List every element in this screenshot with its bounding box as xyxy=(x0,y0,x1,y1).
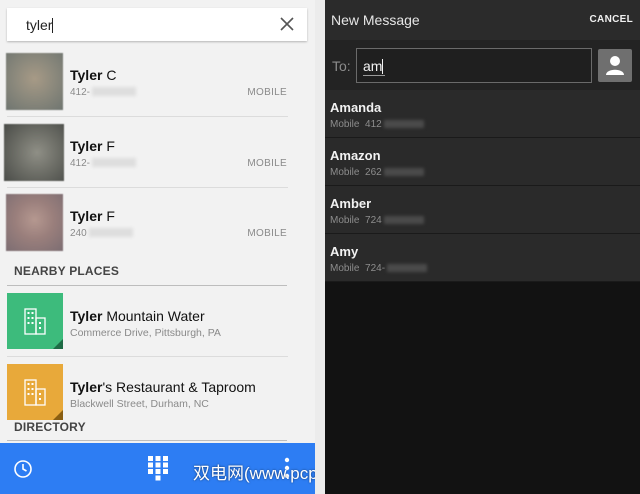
place-row[interactable]: Tyler Mountain Water Commerce Drive, Pit… xyxy=(0,287,288,357)
divider xyxy=(7,116,288,117)
recipient-input-value: am xyxy=(363,58,384,74)
suggestion-item[interactable]: Amazon Mobile 262 xyxy=(325,138,640,186)
suggestion-number: Mobile 262 xyxy=(330,167,424,178)
suggestion-name: Amy xyxy=(330,244,359,259)
suggestion-number: Mobile 412 xyxy=(330,119,424,130)
place-address: Blackwell Street, Durham, NC xyxy=(70,398,209,410)
cancel-button[interactable]: CANCEL xyxy=(590,14,633,25)
contact-number-type: MOBILE xyxy=(247,158,287,169)
suggestion-item[interactable]: Amanda Mobile 412 xyxy=(325,90,640,138)
directory-header: DIRECTORY xyxy=(14,420,86,434)
clock-icon[interactable] xyxy=(13,459,33,479)
section-divider xyxy=(7,285,287,286)
contact-name: Tyler F xyxy=(70,208,115,224)
suggestion-number: Mobile 724- xyxy=(330,263,428,274)
contact-name: Tyler F xyxy=(70,138,115,154)
suggestion-name: Amazon xyxy=(330,148,381,163)
page-title: New Message xyxy=(331,12,420,28)
contact-number: 412- xyxy=(70,158,137,169)
building-icon xyxy=(7,293,63,349)
place-name: Tyler Mountain Water xyxy=(70,308,205,324)
contact-suggestions: Amanda Mobile 412 Amazon Mobile 262 Ambe… xyxy=(325,90,640,282)
to-label: To: xyxy=(332,58,351,74)
building-icon xyxy=(7,364,63,420)
section-divider xyxy=(7,440,287,441)
contact-number-type: MOBILE xyxy=(247,87,287,98)
suggestion-name: Amanda xyxy=(330,100,382,115)
dialpad-icon[interactable] xyxy=(147,455,169,481)
contact-picker-button[interactable] xyxy=(598,49,632,82)
contact-number-type: MOBILE xyxy=(247,228,287,239)
recipient-input[interactable]: am xyxy=(356,48,592,83)
person-icon xyxy=(606,56,624,75)
contact-name: Tyler C xyxy=(70,67,117,83)
place-name: Tyler's Restaurant & Taproom xyxy=(70,379,256,395)
input-underline xyxy=(363,75,385,76)
place-address: Commerce Drive, Pittsburgh, PA xyxy=(70,327,221,339)
new-message-panel: New Message CANCEL To: am Amanda Mobile … xyxy=(325,0,640,494)
suggestion-name: Amber xyxy=(330,196,372,211)
contact-number: 240 xyxy=(70,228,133,239)
place-row[interactable]: Tyler's Restaurant & Taproom Blackwell S… xyxy=(0,358,288,428)
dialer-search-panel: tyler Tyler C 412- MOBILE Tyler F 412- M… xyxy=(0,0,315,494)
panel-gap xyxy=(315,0,325,494)
contact-row[interactable]: Tyler F 412- MOBILE xyxy=(0,118,288,188)
search-box[interactable]: tyler xyxy=(7,8,307,41)
message-header: New Message CANCEL xyxy=(325,0,640,40)
divider xyxy=(7,356,288,357)
close-icon[interactable] xyxy=(279,16,295,32)
nearby-places-header: NEARBY PLACES xyxy=(14,264,120,278)
contact-photo xyxy=(6,194,63,251)
contact-row[interactable]: Tyler C 412- MOBILE xyxy=(0,47,288,117)
contact-photo xyxy=(6,53,63,110)
suggestion-number: Mobile 724 xyxy=(330,215,424,226)
contact-row[interactable]: Tyler F 240 MOBILE xyxy=(0,188,288,258)
suggestion-item[interactable]: Amy Mobile 724- xyxy=(325,234,640,282)
contact-number: 412- xyxy=(70,87,137,98)
contact-photo xyxy=(4,124,64,181)
search-input[interactable]: tyler xyxy=(26,17,54,33)
suggestion-item[interactable]: Amber Mobile 724 xyxy=(325,186,640,234)
recipient-bar: To: am xyxy=(325,40,640,90)
